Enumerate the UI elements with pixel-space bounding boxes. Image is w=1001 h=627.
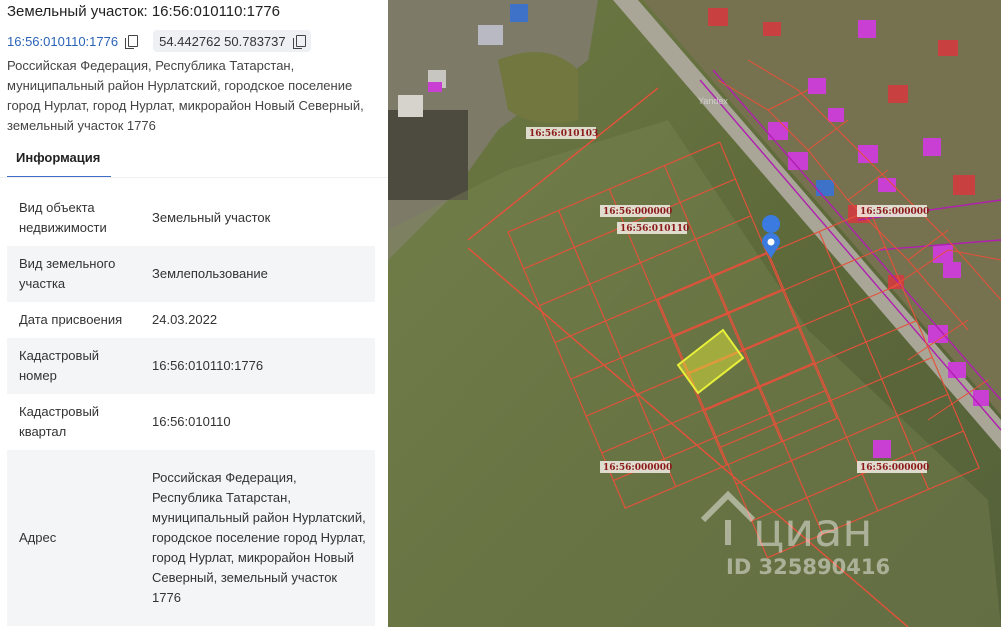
row-value: Земельный участок xyxy=(152,210,271,225)
building xyxy=(510,4,528,22)
building-zone xyxy=(428,82,442,92)
id-row: 16:56:010110:1776 54.442762 50.783737 xyxy=(7,30,311,52)
table-row: Кадастровый квартал 16:56:010110 xyxy=(7,394,375,450)
table-row: Вид земельного участка Землепользование xyxy=(7,246,375,302)
label-parcel-bottom-right: 16:56:000000 xyxy=(860,463,929,473)
building xyxy=(398,95,423,117)
row-key: Вид земельного участка xyxy=(19,256,116,291)
row-key: Адрес xyxy=(19,530,57,545)
table-row: Дата присвоения 24.03.2022 xyxy=(7,302,375,338)
table-row: Адрес Российская Федерация, Республика Т… xyxy=(7,450,375,626)
row-value: 16:56:010110 xyxy=(152,414,231,429)
row-key: Кадастровый номер xyxy=(19,348,100,383)
label-parcel-right: 16:56:000000 xyxy=(860,207,929,217)
watermark-text: циан xyxy=(753,503,872,557)
coordinates-text: 54.442762 50.783737 xyxy=(159,33,286,49)
row-value: Российская Федерация, Республика Татарст… xyxy=(152,470,366,605)
row-value: Землепользование xyxy=(152,266,268,281)
copy-icon[interactable] xyxy=(125,34,139,49)
cadastral-number-link[interactable]: 16:56:010110:1776 xyxy=(7,34,118,49)
info-panel: Земельный участок: 16:56:010110:1776 16:… xyxy=(0,0,388,627)
map-view[interactable]: 16:56:010103 16:56:000000 16:56:010110 1… xyxy=(388,0,1001,627)
row-value: 24.03.2022 xyxy=(152,312,218,327)
label-parcel-bottom-left: 16:56:000000 xyxy=(603,463,672,473)
dark-plot xyxy=(388,110,468,200)
coordinates-chip[interactable]: 54.442762 50.783737 xyxy=(153,30,311,52)
table-row: Вид объекта недвижимости Земельный участ… xyxy=(7,190,375,246)
building xyxy=(478,25,503,45)
row-value: 16:56:010110:1776 xyxy=(152,358,264,373)
row-key: Дата присвоения xyxy=(19,312,123,327)
map-provider: Yandex xyxy=(698,96,728,106)
tab-information[interactable]: Информация xyxy=(7,146,111,178)
table-row: Кадастровый номер 16:56:010110:1776 xyxy=(7,338,375,394)
row-key: Кадастровый квартал xyxy=(19,404,100,439)
address-text: Российская Федерация, Республика Татарст… xyxy=(7,58,364,133)
label-parcel-top: 16:56:000000 xyxy=(603,207,672,217)
page-title: Земельный участок: 16:56:010110:1776 xyxy=(7,3,281,20)
label-block-103: 16:56:010103 xyxy=(529,129,598,139)
map-canvas[interactable]: 16:56:010103 16:56:000000 16:56:010110 1… xyxy=(388,0,1001,627)
info-table: Вид объекта недвижимости Земельный участ… xyxy=(7,190,375,626)
tab-divider xyxy=(0,177,388,178)
watermark-id: ID 325890416 xyxy=(726,555,890,579)
copy-icon[interactable] xyxy=(292,34,306,49)
label-block-110: 16:56:010110 xyxy=(620,224,689,234)
row-key: Вид объекта недвижимости xyxy=(19,200,107,235)
